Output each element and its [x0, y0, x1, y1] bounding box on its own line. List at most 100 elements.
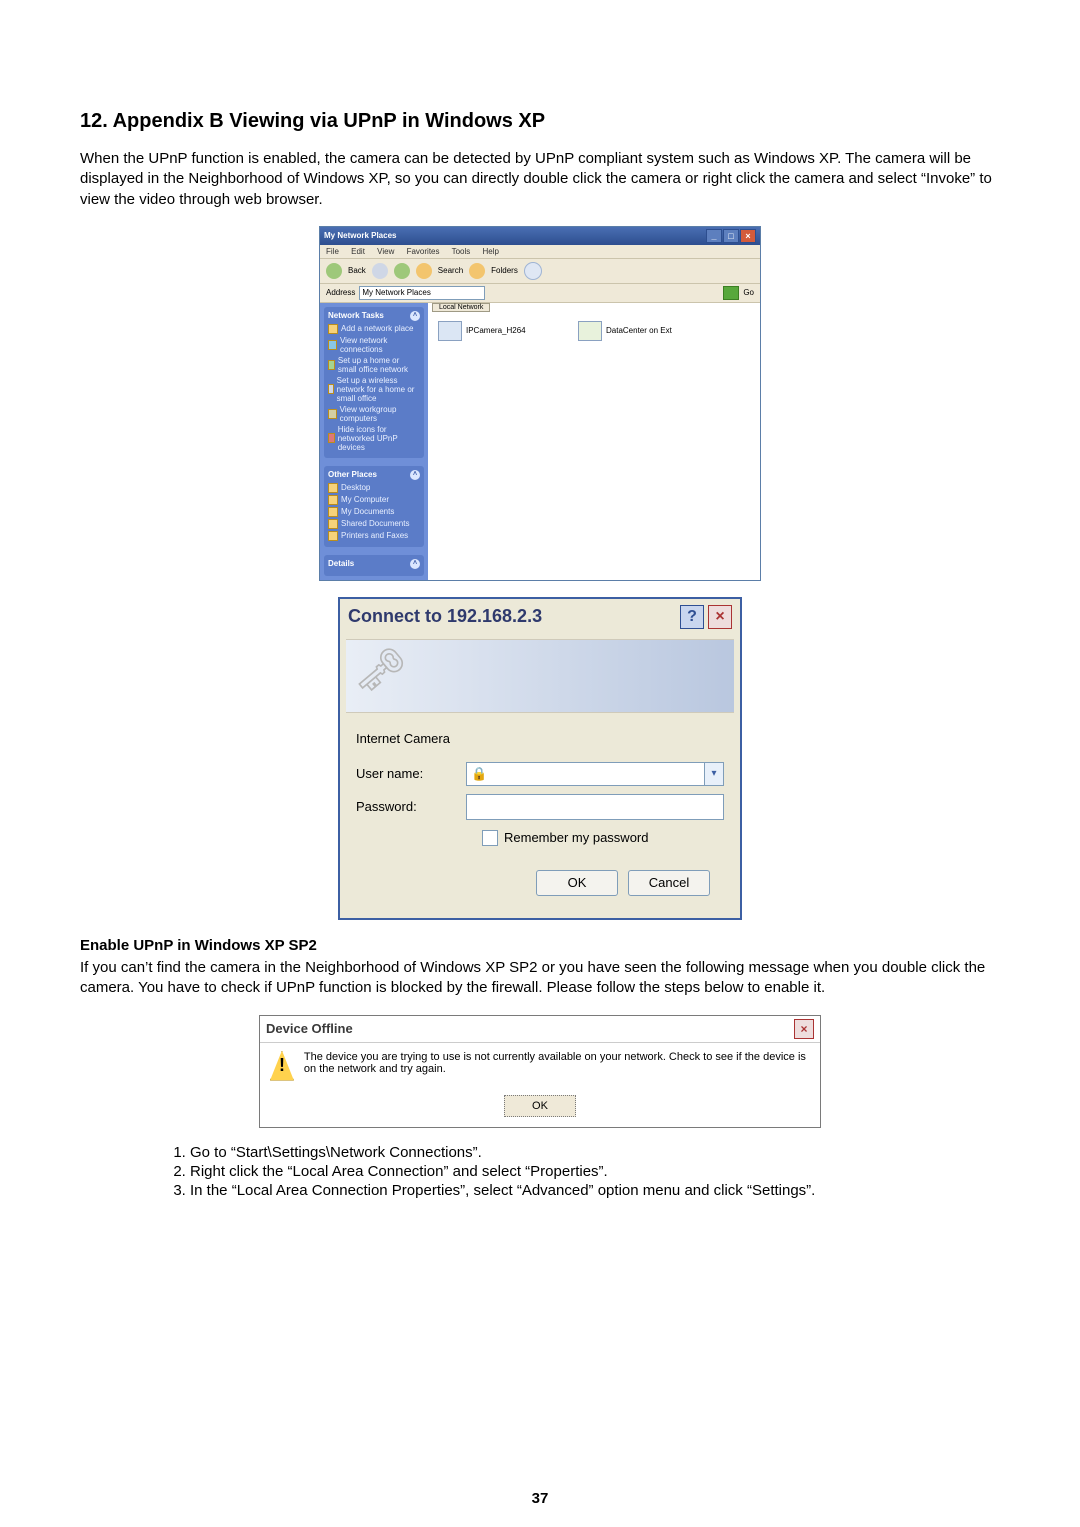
cancel-button[interactable]: Cancel: [628, 870, 710, 896]
realm-label: Internet Camera: [356, 731, 724, 746]
close-icon[interactable]: ×: [794, 1019, 814, 1039]
maximize-icon[interactable]: □: [723, 229, 739, 243]
toolbar: Back Search Folders: [320, 258, 760, 284]
offline-message: The device you are trying to use is not …: [304, 1051, 810, 1081]
close-icon[interactable]: ×: [708, 605, 732, 629]
step-3: In the “Local Area Connection Properties…: [190, 1182, 1000, 1199]
dialog-title: Connect to 192.168.2.3: [348, 606, 542, 627]
dialog-titlebar: Connect to 192.168.2.3 ? ×: [340, 599, 740, 639]
username-field[interactable]: 🔒 ▾: [466, 762, 724, 786]
window-title: My Network Places: [324, 231, 396, 240]
menu-help[interactable]: Help: [483, 247, 499, 256]
task-view-connections[interactable]: View network connections: [328, 336, 420, 354]
folders-icon[interactable]: [469, 263, 485, 279]
go-label: Go: [743, 288, 754, 297]
side-pane: Network Tasks ˄ Add a network place View…: [320, 303, 428, 580]
minimize-icon[interactable]: _: [706, 229, 722, 243]
username-label: User name:: [356, 766, 466, 781]
wireless-icon: [328, 384, 334, 394]
close-icon[interactable]: ×: [740, 229, 756, 243]
other-places-panel: Other Places ˄ Desktop My Computer My Do…: [324, 466, 424, 547]
device-icon: [438, 321, 462, 341]
remember-checkbox[interactable]: [482, 830, 498, 846]
back-label: Back: [348, 266, 366, 275]
place-printers[interactable]: Printers and Faxes: [328, 531, 420, 541]
intro-paragraph: When the UPnP function is enabled, the c…: [80, 149, 1000, 210]
group-header-local-network: Local Network: [432, 303, 490, 312]
device-datacenter[interactable]: DataCenter on Ext: [578, 321, 672, 341]
other-places-title: Other Places: [328, 470, 377, 479]
username-input[interactable]: [491, 763, 704, 785]
place-my-computer[interactable]: My Computer: [328, 495, 420, 505]
menu-favorites[interactable]: Favorites: [407, 247, 440, 256]
address-bar: Address Go: [320, 284, 760, 303]
computer-icon: [328, 495, 338, 505]
menu-bar: File Edit View Favorites Tools Help: [320, 245, 760, 258]
collapse-icon[interactable]: ˄: [410, 311, 420, 321]
menu-view[interactable]: View: [377, 247, 394, 256]
folder-icon: [328, 324, 338, 334]
device-label: IPCamera_H264: [466, 326, 526, 335]
page-number: 37: [0, 1490, 1080, 1507]
password-label: Password:: [356, 799, 466, 814]
help-icon[interactable]: ?: [680, 605, 704, 629]
details-panel: Details ˄: [324, 555, 424, 576]
task-setup-home-network[interactable]: Set up a home or small office network: [328, 356, 420, 374]
search-label: Search: [438, 266, 463, 275]
menu-tools[interactable]: Tools: [452, 247, 471, 256]
forward-icon[interactable]: [372, 263, 388, 279]
collapse-icon[interactable]: ˄: [410, 470, 420, 480]
enable-paragraph: If you can’t find the camera in the Neig…: [80, 958, 1000, 999]
go-icon[interactable]: [723, 286, 739, 300]
globe-icon: [328, 340, 337, 350]
window-controls: _ □ ×: [706, 229, 756, 243]
address-input[interactable]: [359, 286, 485, 300]
place-shared-docs[interactable]: Shared Documents: [328, 519, 420, 529]
task-hide-upnp-icons[interactable]: Hide icons for networked UPnP devices: [328, 425, 420, 452]
user-icon: 🔒: [471, 766, 487, 782]
place-desktop[interactable]: Desktop: [328, 483, 420, 493]
folders-label: Folders: [491, 266, 518, 275]
documents-icon: [328, 507, 338, 517]
section-heading: 12. Appendix B Viewing via UPnP in Windo…: [80, 110, 1000, 133]
keys-icon: 🗝: [354, 646, 407, 695]
hide-icon: [328, 433, 335, 443]
up-icon[interactable]: [394, 263, 410, 279]
home-icon: [328, 360, 335, 370]
computers-icon: [328, 409, 337, 419]
network-tasks-title: Network Tasks: [328, 311, 384, 320]
chevron-down-icon[interactable]: ▾: [704, 763, 723, 785]
enable-heading: Enable UPnP in Windows XP SP2: [80, 936, 1000, 956]
network-tasks-panel: Network Tasks ˄ Add a network place View…: [324, 307, 424, 458]
views-icon[interactable]: [524, 262, 542, 280]
remember-label: Remember my password: [504, 830, 649, 845]
desktop-icon: [328, 483, 338, 493]
search-icon[interactable]: [416, 263, 432, 279]
ok-button[interactable]: OK: [536, 870, 618, 896]
menu-edit[interactable]: Edit: [351, 247, 365, 256]
task-setup-wireless[interactable]: Set up a wireless network for a home or …: [328, 376, 420, 403]
menu-file[interactable]: File: [326, 247, 339, 256]
device-label: DataCenter on Ext: [606, 326, 672, 335]
steps-list: Go to “Start\Settings\Network Connection…: [80, 1144, 1000, 1199]
step-2: Right click the “Local Area Connection” …: [190, 1163, 1000, 1180]
ok-button[interactable]: OK: [504, 1095, 576, 1117]
offline-title: Device Offline: [266, 1021, 353, 1036]
offline-titlebar: Device Offline ×: [260, 1016, 820, 1042]
device-icon: [578, 321, 602, 341]
collapse-icon[interactable]: ˄: [410, 559, 420, 569]
printer-icon: [328, 531, 338, 541]
device-ipcamera[interactable]: IPCamera_H264: [438, 321, 526, 341]
task-view-workgroup[interactable]: View workgroup computers: [328, 405, 420, 423]
explorer-content: Local Network IPCamera_H264 DataCenter o…: [428, 303, 760, 580]
place-my-documents[interactable]: My Documents: [328, 507, 420, 517]
password-input[interactable]: [466, 794, 724, 820]
window-titlebar: My Network Places _ □ ×: [320, 227, 760, 245]
network-places-window: My Network Places _ □ × File Edit View F…: [319, 226, 761, 581]
details-title: Details: [328, 559, 354, 568]
warning-icon: !: [270, 1051, 294, 1081]
address-label: Address: [326, 288, 355, 297]
back-icon[interactable]: [326, 263, 342, 279]
step-1: Go to “Start\Settings\Network Connection…: [190, 1144, 1000, 1161]
task-add-network-place[interactable]: Add a network place: [328, 324, 420, 334]
